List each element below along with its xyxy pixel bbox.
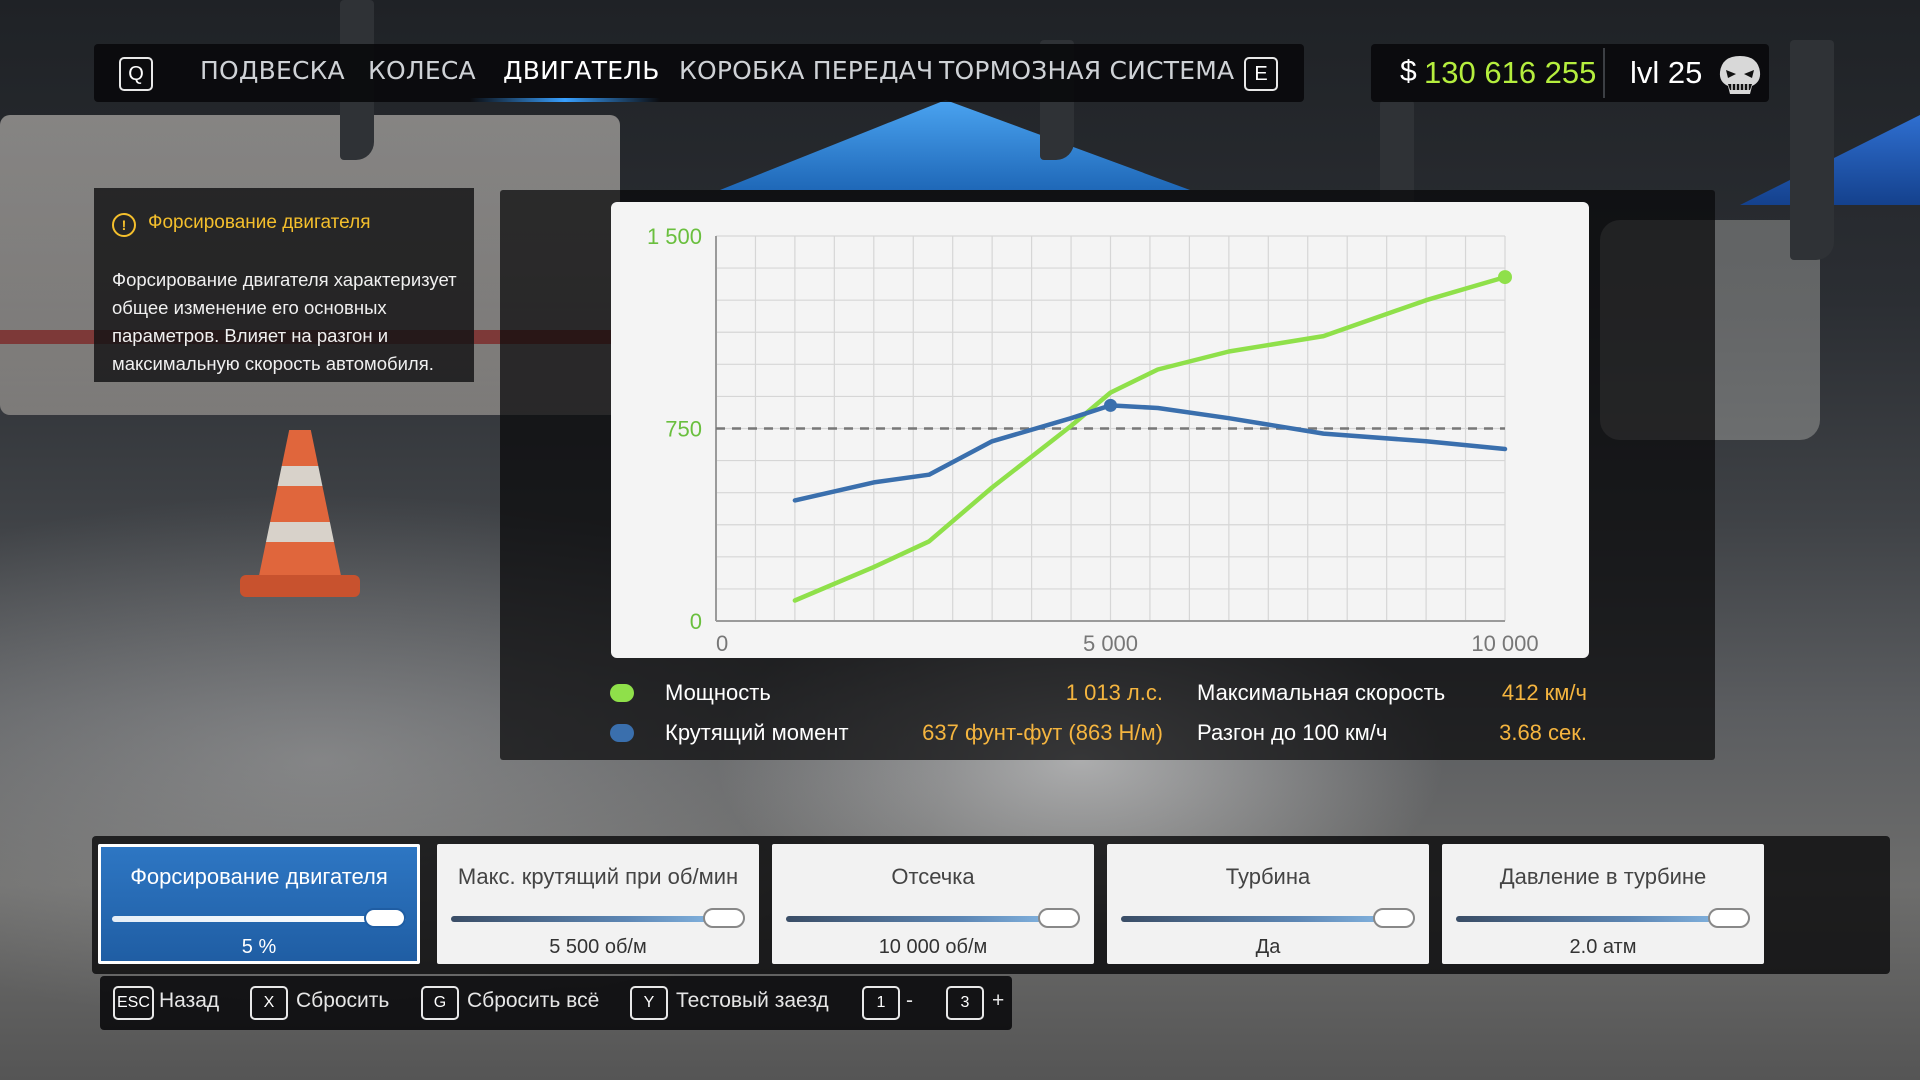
slider-card-rev-limiter[interactable]: Отсечка 10 000 об/м [772, 844, 1094, 964]
x-tick-label: 5 000 [1083, 631, 1138, 656]
power-value: 1 013 л.с. [1065, 680, 1163, 705]
slider-knob[interactable] [364, 908, 406, 928]
slider-title: Турбина [1225, 864, 1311, 889]
slider-knob[interactable] [1708, 908, 1750, 928]
max-speed-value: 412 км/ч [1501, 680, 1587, 705]
skull-logo-icon [1719, 56, 1761, 94]
slider-title: Давление в турбине [1499, 864, 1707, 889]
money-balance: 130 616 255 [1424, 55, 1597, 90]
slider-knob[interactable] [1038, 908, 1080, 928]
background-flag [1790, 40, 1834, 260]
tab-wheels[interactable]: КОЛЕСА [368, 56, 476, 85]
y-key[interactable]: Y [630, 986, 668, 1020]
max-speed-label: Максимальная скорость [1197, 680, 1446, 705]
increase-label: + [992, 989, 1005, 1012]
tab-suspension[interactable]: ПОДВЕСКА [200, 56, 345, 85]
info-icon: ! [112, 213, 136, 237]
torque-legend-label: Крутящий момент [665, 720, 849, 745]
esc-key[interactable]: ESC [113, 986, 154, 1020]
y-tick-label: 750 [665, 417, 702, 442]
y-tick-label: 0 [690, 609, 702, 634]
power-legend-label: Мощность [665, 680, 771, 705]
g-key[interactable]: G [421, 986, 459, 1020]
power-peak-point [1498, 270, 1512, 285]
player-level: lvl 25 [1630, 55, 1703, 90]
slider-card-engine-boost[interactable]: Форсирование двигателя 5 % [98, 844, 420, 964]
dyno-chart: 0 750 1 500 0 5 000 10 000 [647, 224, 1539, 656]
slider-card-max-torque-rpm[interactable]: Макс. крутящий при об/мин 5 500 об/м [437, 844, 759, 964]
slider-value: 5 % [241, 936, 277, 958]
tab-gearbox[interactable]: КОРОБКА ПЕРЕДАЧ [679, 56, 933, 85]
slider-value: 5 500 об/м [549, 936, 647, 958]
next-tab-key[interactable]: E [1244, 57, 1278, 91]
background-traffic-cone [255, 430, 345, 595]
slider-title: Макс. крутящий при об/мин [457, 864, 739, 889]
x-tick-label: 0 [716, 631, 728, 656]
slider-knob[interactable] [1373, 908, 1415, 928]
slider-title: Форсирование двигателя [130, 864, 388, 889]
slider-track[interactable] [112, 916, 406, 922]
slider-track[interactable] [1121, 916, 1415, 922]
power-legend-swatch [610, 684, 634, 702]
slider-card-turbo[interactable]: Турбина Да [1107, 844, 1429, 964]
slider-track[interactable] [1456, 916, 1750, 922]
reset-button[interactable]: Сбросить [296, 989, 389, 1013]
currency-symbol: $ [1400, 55, 1417, 88]
x-tick-label: 10 000 [1471, 631, 1538, 656]
tooltip-title: Форсирование двигателя [148, 212, 371, 233]
background-blue-tent [720, 100, 1190, 190]
slider-track[interactable] [786, 916, 1080, 922]
reset-all-button[interactable]: Сбросить всё [467, 989, 599, 1013]
torque-peak-point [1104, 398, 1117, 412]
slider-card-turbo-pressure[interactable]: Давление в турбине 2.0 атм [1442, 844, 1764, 964]
acceleration-value: 3.68 сек. [1499, 720, 1587, 745]
torque-value: 637 фунт-фут (863 Н/м) [922, 720, 1163, 745]
active-tab-indicator [470, 98, 660, 102]
acceleration-label: Разгон до 100 км/ч [1197, 720, 1388, 745]
increase-key[interactable]: 3 [946, 986, 984, 1020]
x-key[interactable]: X [250, 986, 288, 1020]
y-tick-label: 1 500 [647, 224, 702, 249]
slider-title: Отсечка [891, 864, 975, 889]
slider-knob[interactable] [703, 908, 745, 928]
slider-value: Да [1255, 936, 1281, 958]
slider-track[interactable] [451, 916, 745, 922]
background-traffic-cone-base [240, 575, 360, 597]
decrease-label: - [906, 989, 913, 1012]
slider-value: 2.0 атм [1569, 936, 1637, 958]
status-divider [1603, 48, 1605, 98]
tab-engine[interactable]: ДВИГАТЕЛЬ [503, 56, 660, 85]
decrease-key[interactable]: 1 [862, 986, 900, 1020]
torque-legend-swatch [610, 724, 634, 742]
test-drive-button[interactable]: Тестовый заезд [676, 989, 829, 1013]
back-button[interactable]: Назад [159, 989, 219, 1013]
prev-tab-key[interactable]: Q [119, 57, 153, 91]
tooltip-description: Форсирование двигателя характеризует общ… [112, 269, 457, 374]
slider-value: 10 000 об/м [878, 936, 988, 958]
tab-brakes[interactable]: ТОРМОЗНАЯ СИСТЕМА [939, 56, 1234, 85]
